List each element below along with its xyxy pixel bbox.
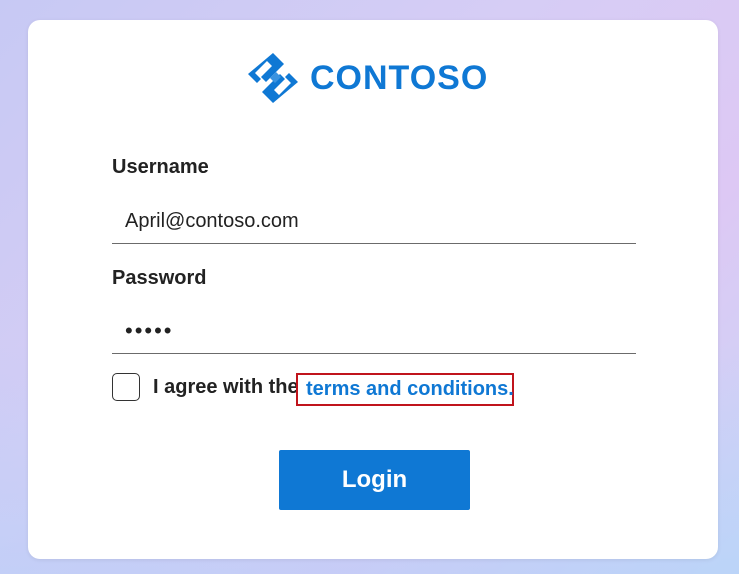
brand-name: CONTOSO xyxy=(310,58,489,97)
username-input[interactable] xyxy=(112,199,636,243)
username-label: Username xyxy=(112,156,209,178)
agree-row: I agree with the xyxy=(112,372,299,402)
terms-and-conditions-link[interactable]: terms and conditions. xyxy=(296,373,514,406)
contoso-logo-icon xyxy=(248,53,298,103)
agree-text: I agree with the xyxy=(153,375,299,398)
agree-checkbox[interactable] xyxy=(112,373,140,401)
password-label: Password xyxy=(112,267,207,289)
password-field-container xyxy=(112,309,636,354)
login-button[interactable]: Login xyxy=(279,450,470,510)
username-field-container xyxy=(112,199,636,244)
login-card: CONTOSO Username Password I agree with t… xyxy=(28,20,718,559)
password-input[interactable] xyxy=(112,309,636,353)
brand-header: CONTOSO xyxy=(248,50,488,106)
